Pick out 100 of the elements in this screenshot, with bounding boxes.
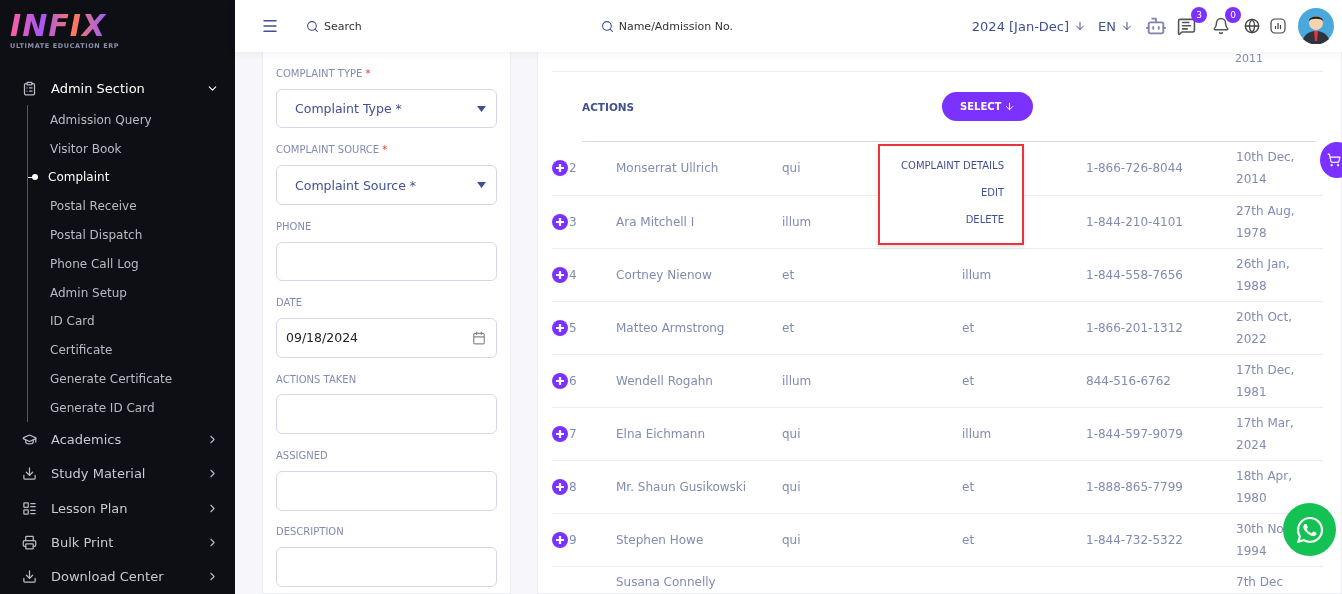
arrow-down-icon	[1004, 101, 1016, 113]
arrow-down-icon	[1074, 20, 1087, 32]
message-count-badge: 3	[1191, 6, 1207, 23]
select-button[interactable]: SELECT	[942, 92, 1034, 122]
table-cell-text: 3	[569, 213, 577, 231]
field-label: COMPLAINT SOURCE *	[276, 143, 389, 158]
sidebar-group[interactable]: Academics	[0, 422, 235, 457]
caret-icon	[477, 182, 486, 188]
field-label: ACTIONS TAKEN	[276, 372, 358, 387]
sidebar-item[interactable]: Certificate	[28, 335, 235, 365]
table-cell-text: 1-866-201-1312	[1086, 319, 1183, 337]
date-field[interactable]: 09/18/2024	[276, 318, 497, 358]
table-cell-text: 6	[569, 372, 577, 390]
table-cell-text: Stephen Howe	[616, 532, 704, 549]
input-field[interactable]	[276, 547, 497, 588]
session-dropdown[interactable]: 2024 [Jan-Dec]	[971, 18, 1087, 34]
table-cell-text: 18th Apr, 1980	[1236, 467, 1293, 507]
input-field[interactable]	[276, 470, 497, 511]
menu-item[interactable]: DELETE	[965, 206, 1004, 233]
table-cell-text: 1-844-558-7656	[1086, 266, 1183, 284]
plus-icon[interactable]	[552, 372, 568, 389]
sidebar-group[interactable]: Bulk Print	[0, 525, 235, 560]
robot-icon[interactable]	[1145, 15, 1167, 37]
table-cell-text: qui	[782, 425, 801, 443]
sidebar-item[interactable]: ID Card	[28, 307, 235, 336]
table-cell-text: 5	[569, 319, 577, 337]
select-field[interactable]: Complaint Type *	[276, 88, 497, 129]
table-cell-text: 1-844-597-9079	[1086, 425, 1183, 443]
arrow-down-icon	[1121, 20, 1133, 32]
table-cell-text: Matteo Armstrong	[616, 319, 725, 337]
table-cell-text: Elna Eichmann	[616, 425, 706, 443]
table-cell-text: illum	[782, 372, 812, 390]
table-cell-text: 1-844-732-5322	[1086, 532, 1183, 549]
chat-icon[interactable]	[1177, 16, 1196, 36]
table-cell-text: Susana Connelly	[616, 574, 716, 592]
sidebar-item[interactable]: Admin Setup	[28, 278, 235, 307]
notification-count-badge: 0	[1225, 7, 1241, 23]
chart-icon[interactable]	[1270, 18, 1286, 34]
table-cell-text: Cortney Nienow	[616, 266, 712, 284]
table-cell-text: illum	[782, 213, 812, 231]
plus-icon[interactable]	[552, 478, 568, 495]
table-cell-text: qui	[782, 478, 801, 496]
table-cell-text: illum	[962, 425, 992, 443]
table-cell-text: 7	[569, 425, 577, 443]
table-cell-text: qui	[782, 160, 801, 178]
table-cell-text: 7th Dec	[1236, 574, 1283, 592]
table-cell-text: 26th Jan, 1988	[1236, 255, 1291, 295]
sidebar-item[interactable]: Admission Query	[28, 105, 235, 135]
calendar-icon[interactable]	[472, 330, 486, 345]
input-field[interactable]	[276, 241, 497, 282]
plus-icon[interactable]	[552, 266, 568, 283]
actions-label: ACTIONS	[582, 100, 636, 113]
menu-item[interactable]: EDIT	[980, 179, 1004, 206]
table-cell-text: 4	[569, 266, 577, 284]
table-cell-text: Ara Mitchell I	[616, 213, 695, 231]
sidebar-item[interactable]: Visitor Book	[28, 134, 235, 164]
table-cell-text: illum	[962, 266, 992, 284]
sidebar-group[interactable]: Lesson Plan	[0, 490, 235, 526]
table-cell-text: et	[962, 478, 975, 496]
avatar-icon[interactable]	[1298, 8, 1334, 44]
plus-icon[interactable]	[552, 425, 568, 442]
student-search-button[interactable]: Name/Admission No.	[600, 19, 733, 33]
field-label: PHONE	[276, 219, 313, 234]
plus-icon[interactable]	[552, 532, 568, 548]
search-button[interactable]: Search	[306, 19, 362, 33]
table-cell-text: et	[962, 372, 975, 390]
table-cell-text: et	[782, 266, 795, 284]
table-cell-text: Monserrat Ullrich	[616, 160, 719, 178]
caret-icon	[477, 105, 486, 112]
sidebar-item[interactable]: Postal Receive	[28, 191, 235, 221]
table-cell-text: 1-844-210-4101	[1086, 213, 1183, 231]
table-cell-text: 2	[569, 160, 577, 178]
sidebar-item[interactable]: Phone Call Log	[28, 249, 235, 279]
table-cell-text: 17th Mar, 2024	[1236, 414, 1295, 454]
table-cell-text: 30th No 1994	[1236, 521, 1285, 560]
select-field[interactable]: Complaint Source *	[276, 165, 497, 205]
sidebar-item[interactable]: Postal Dispatch	[28, 220, 235, 250]
sidebar-item[interactable]: Generate ID Card	[28, 393, 235, 423]
sidebar-item[interactable]: Generate Certificate	[28, 364, 235, 394]
plus-icon[interactable]	[552, 319, 568, 336]
table-cell-text: 9	[569, 532, 577, 549]
globe-icon[interactable]	[1244, 18, 1260, 34]
plus-icon[interactable]	[552, 213, 568, 230]
table-cell-text: Mr. Shaun Gusikowski	[616, 478, 747, 496]
sidebar-group[interactable]: Study Material	[0, 456, 235, 491]
table-cell-text: 844-516-6762	[1086, 372, 1171, 390]
sidebar-group[interactable]: Download Center	[0, 559, 235, 594]
bell-icon[interactable]	[1212, 17, 1230, 35]
sidebar-item[interactable]: Complaint	[28, 163, 235, 192]
menu-item[interactable]: COMPLAINT DETAILS	[901, 152, 1004, 179]
language-dropdown[interactable]: EN	[1098, 18, 1133, 34]
table-cell-text: 17th Dec, 1981	[1236, 361, 1296, 401]
field-label: DATE	[276, 296, 303, 311]
input-field[interactable]	[276, 394, 497, 435]
search-icon	[600, 19, 614, 33]
plus-icon[interactable]	[552, 160, 568, 177]
table-cell-text: 8	[569, 478, 577, 496]
sidebar-group[interactable]: Admin Section	[0, 71, 235, 106]
search-icon	[306, 19, 319, 33]
table-cell-text: et	[782, 319, 795, 337]
